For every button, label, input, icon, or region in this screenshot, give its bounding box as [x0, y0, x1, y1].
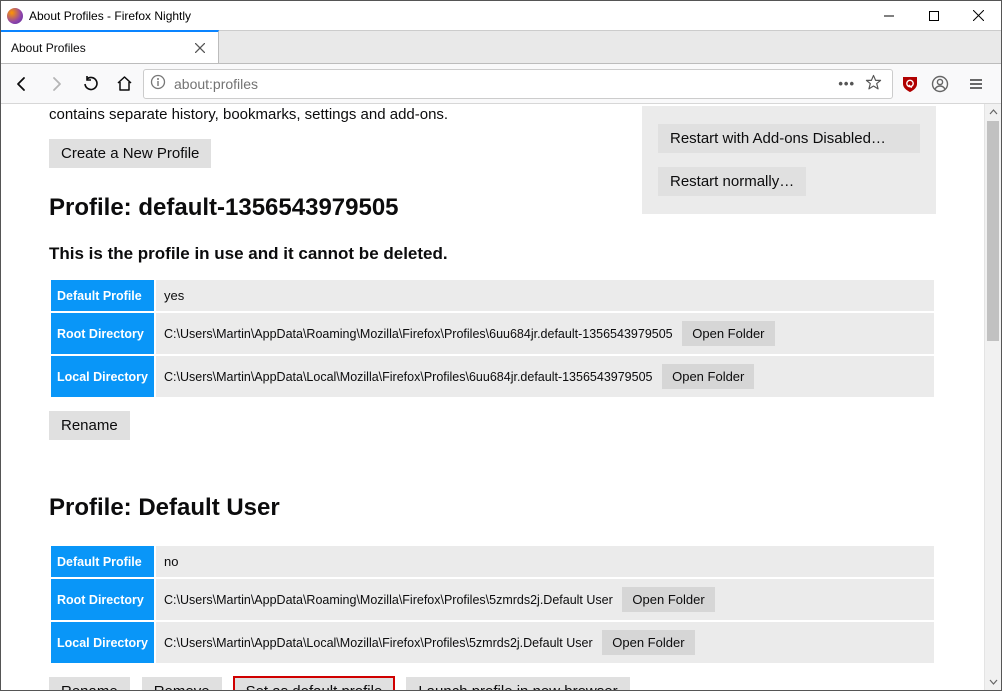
scroll-thumb[interactable]: [987, 121, 999, 341]
set-as-default-button[interactable]: Set as default profile: [234, 677, 395, 690]
launch-profile-button[interactable]: Launch profile in new browser: [406, 677, 629, 690]
scroll-up-arrow-icon[interactable]: [985, 104, 1001, 121]
app-menu-button[interactable]: [961, 69, 991, 99]
firefox-nightly-icon: [7, 8, 23, 24]
back-button[interactable]: [7, 69, 37, 99]
value-root-directory: C:\Users\Martin\AppData\Roaming\Mozilla\…: [164, 593, 613, 607]
titlebar: About Profiles - Firefox Nightly: [1, 1, 1001, 31]
content-area: Restart with Add-ons Disabled… Restart n…: [1, 104, 984, 690]
tab-title: About Profiles: [11, 41, 86, 55]
label-local-directory: Local Directory: [51, 622, 154, 663]
open-folder-button[interactable]: Open Folder: [622, 587, 714, 612]
window-minimize-button[interactable]: [866, 1, 911, 30]
scroll-down-arrow-icon[interactable]: [985, 673, 1001, 690]
label-root-directory: Root Directory: [51, 579, 154, 620]
tab-close-button[interactable]: [192, 40, 208, 56]
open-folder-button[interactable]: Open Folder: [662, 364, 754, 389]
reload-button[interactable]: [75, 69, 105, 99]
url-input[interactable]: [172, 75, 832, 93]
label-default-profile: Default Profile: [51, 280, 154, 311]
url-bar[interactable]: •••: [143, 69, 893, 99]
remove-button[interactable]: Remove: [142, 677, 222, 690]
rename-button[interactable]: Rename: [49, 677, 130, 690]
navigation-toolbar: •••: [1, 64, 1001, 104]
bookmark-star-icon[interactable]: [865, 74, 882, 94]
label-local-directory: Local Directory: [51, 356, 154, 397]
create-new-profile-button[interactable]: Create a New Profile: [49, 139, 211, 168]
tab-about-profiles[interactable]: About Profiles: [1, 30, 219, 63]
home-button[interactable]: [109, 69, 139, 99]
restart-options-box: Restart with Add-ons Disabled… Restart n…: [642, 106, 936, 214]
value-default-profile: yes: [156, 280, 934, 311]
ublock-origin-icon[interactable]: [901, 75, 919, 93]
window-maximize-button[interactable]: [911, 1, 956, 30]
rename-button[interactable]: Rename: [49, 411, 130, 440]
value-local-directory: C:\Users\Martin\AppData\Local\Mozilla\Fi…: [164, 370, 652, 384]
open-folder-button[interactable]: Open Folder: [682, 321, 774, 346]
label-root-directory: Root Directory: [51, 313, 154, 354]
profile-info-table: Default Profile yes Root Directory C:\Us…: [49, 278, 936, 399]
account-icon[interactable]: [925, 69, 955, 99]
window-title: About Profiles - Firefox Nightly: [29, 9, 191, 23]
profile-in-use-note: This is the profile in use and it cannot…: [49, 244, 936, 264]
profile-info-table: Default Profile no Root Directory C:\Use…: [49, 544, 936, 665]
vertical-scrollbar[interactable]: [984, 104, 1001, 690]
tab-strip: About Profiles: [1, 31, 1001, 64]
value-default-profile: no: [156, 546, 934, 577]
restart-normally-button[interactable]: Restart normally…: [658, 167, 806, 196]
value-root-directory: C:\Users\Martin\AppData\Roaming\Mozilla\…: [164, 327, 673, 341]
window: About Profiles - Firefox Nightly About P…: [0, 0, 1002, 691]
restart-addons-disabled-button[interactable]: Restart with Add-ons Disabled…: [658, 124, 920, 153]
profile-heading: Profile: Default User: [49, 494, 936, 522]
label-default-profile: Default Profile: [51, 546, 154, 577]
window-close-button[interactable]: [956, 1, 1001, 30]
forward-button[interactable]: [41, 69, 71, 99]
value-local-directory: C:\Users\Martin\AppData\Local\Mozilla\Fi…: [164, 636, 593, 650]
identity-info-icon[interactable]: [150, 74, 166, 93]
open-folder-button[interactable]: Open Folder: [602, 630, 694, 655]
page-actions-button[interactable]: •••: [838, 76, 855, 91]
